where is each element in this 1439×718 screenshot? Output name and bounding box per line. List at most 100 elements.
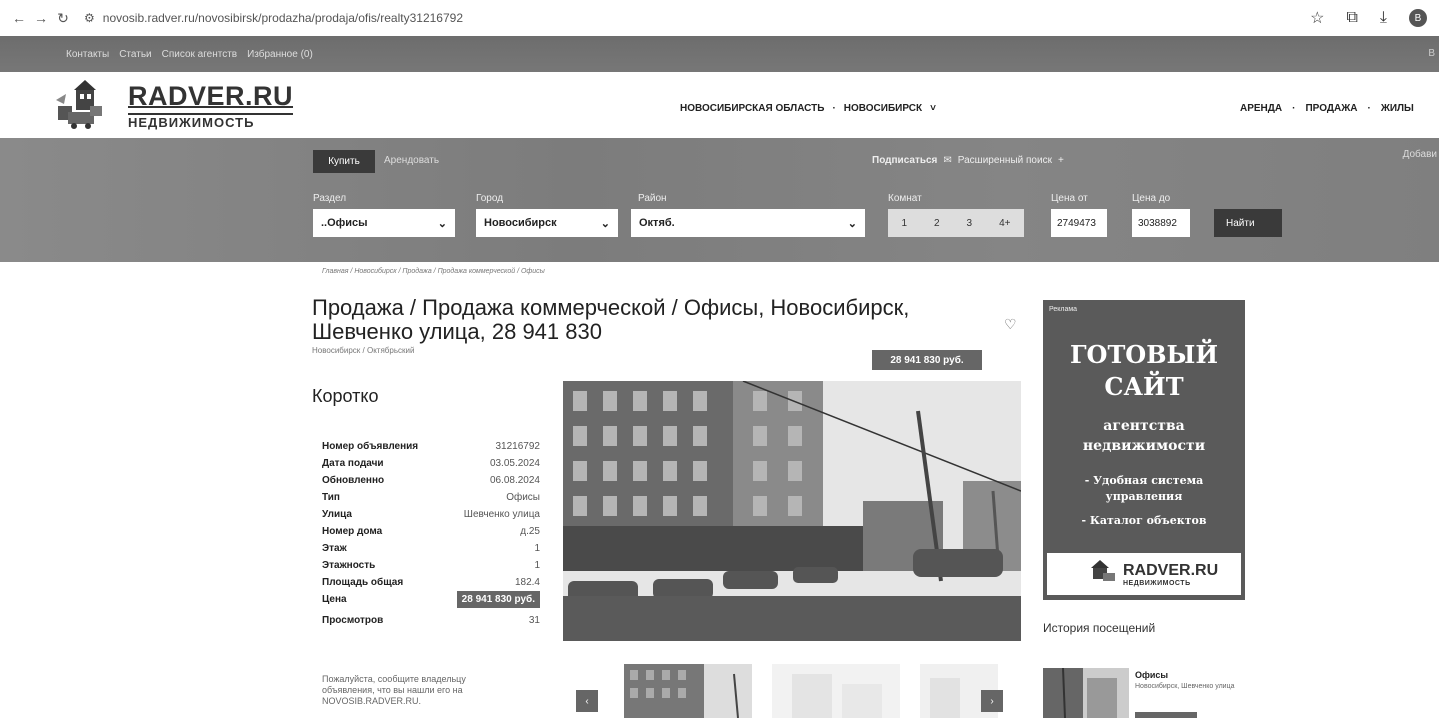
district-value: Октяб.	[639, 217, 675, 229]
listing-location: Новосибирск / Октябрьский	[312, 346, 415, 355]
region-dropdown-icon: ˅	[930, 103, 936, 114]
logo-title: RADVER.RU	[128, 80, 294, 111]
topbar-link-contacts[interactable]: Контакты	[66, 49, 109, 60]
topbar-link-favorites[interactable]: Избранное (0)	[247, 49, 313, 60]
property-value: 31216792	[495, 441, 541, 452]
property-row: Цена 28 941 830 руб.	[322, 591, 540, 608]
advanced-search-link[interactable]: Расширенный поиск	[958, 155, 1052, 166]
url-text[interactable]: novosib.radver.ru/novosibirsk/prodazha/p…	[103, 11, 463, 25]
property-row: Улица Шевченко улица	[322, 506, 540, 523]
main-photo[interactable]	[563, 381, 1021, 641]
region-city[interactable]: НОВОСИБИРСК	[844, 103, 922, 114]
history-thumbnail[interactable]	[1043, 668, 1129, 718]
nav-sale[interactable]: ПРОДАЖА	[1305, 103, 1357, 114]
district-select[interactable]: Октяб. ⌄	[631, 209, 865, 237]
ad-line: ГОТОВЫЙ	[1069, 340, 1219, 369]
tab-buy[interactable]: Купить	[313, 150, 375, 173]
topbar-link-agencies[interactable]: Список агентств	[162, 49, 237, 60]
room-option-4plus[interactable]: 4+	[999, 218, 1010, 229]
main-nav: АРЕНДА · ПРОДАЖА · ЖИЛЫ	[1240, 103, 1414, 114]
ad-logo-title: RADVER.RU	[1123, 561, 1219, 579]
section-select[interactable]: ..Офисы ⌄	[313, 209, 455, 237]
property-key: Цена	[322, 594, 347, 605]
topbar-edge-text: В	[1428, 48, 1435, 59]
property-value: Офисы	[506, 492, 540, 503]
top-links-bar: Контакты Статьи Список агентств Избранно…	[0, 36, 1439, 72]
city-select[interactable]: Новосибирск ⌄	[476, 209, 618, 237]
subscribe-link[interactable]: Подписаться	[872, 155, 937, 166]
price-to-input[interactable]: 3038892	[1132, 209, 1190, 237]
extensions-icon[interactable]: ⧉	[1346, 9, 1357, 27]
chevron-down-icon: ⌄	[437, 217, 447, 230]
ad-banner[interactable]: Реклама ГОТОВЫЙ САЙТ агентства недвижимо…	[1043, 300, 1245, 600]
property-key: Дата подачи	[322, 458, 384, 469]
chevron-down-icon: ⌄	[847, 217, 857, 230]
ad-line: недвижимости	[1082, 438, 1206, 454]
property-value: 31	[528, 615, 540, 626]
logo-house-icon	[1087, 559, 1117, 590]
thumbnail[interactable]	[772, 664, 900, 718]
property-key: Улица	[322, 509, 352, 520]
property-row: Этаж 1	[322, 540, 540, 557]
back-icon[interactable]: ←	[8, 10, 30, 26]
site-header: RADVER.RU НЕДВИЖИМОСТЬ НОВОСИБИРСКАЯ ОБЛ…	[0, 72, 1439, 138]
price-from-label: Цена от	[1051, 193, 1088, 204]
history-item-button[interactable]	[1135, 712, 1197, 718]
ad-line: САЙТ	[1104, 372, 1184, 401]
region-oblast[interactable]: НОВОСИБИРСКАЯ ОБЛАСТЬ	[680, 103, 824, 114]
nav-living[interactable]: ЖИЛЫ	[1381, 103, 1414, 114]
region-separator-icon: ·	[832, 103, 836, 114]
topbar-link-articles[interactable]: Статьи	[119, 49, 151, 60]
history-item-title[interactable]: Офисы	[1135, 670, 1168, 680]
bookmark-star-icon[interactable]: ☆	[1310, 8, 1324, 28]
room-option-2[interactable]: 2	[934, 218, 940, 229]
property-key: Номер дома	[322, 526, 383, 537]
profile-avatar[interactable]: В	[1409, 9, 1427, 27]
property-value: Шевченко улица	[463, 509, 540, 520]
download-icon[interactable]: ⤓	[1380, 9, 1387, 27]
plus-icon[interactable]: +	[1058, 155, 1064, 166]
region-selector: НОВОСИБИРСКАЯ ОБЛАСТЬ · НОВОСИБИРСК ˅	[680, 103, 936, 114]
prev-photo-icon[interactable]: ‹	[576, 690, 598, 712]
room-option-3[interactable]: 3	[967, 218, 973, 229]
room-option-1[interactable]: 1	[901, 218, 907, 229]
nav-separator-icon: ·	[1292, 103, 1296, 114]
ad-line: - Каталог объектов	[1081, 514, 1207, 527]
reload-icon[interactable]: ↻	[52, 10, 74, 27]
section-label: Раздел	[313, 193, 347, 204]
logo-subtitle: НЕДВИЖИМОСТЬ	[128, 112, 294, 130]
city-value: Новосибирск	[484, 217, 557, 229]
breadcrumb[interactable]: Главная / Новосибирск / Продажа / Продаж…	[322, 268, 545, 275]
rooms-selector: 1 2 3 4+	[888, 209, 1024, 237]
property-row: Номер объявления 31216792	[322, 438, 540, 455]
ad-line: агентства	[1103, 418, 1185, 434]
property-row: Дата подачи 03.05.2024	[322, 455, 540, 472]
favorite-heart-icon[interactable]: ♡	[1004, 316, 1017, 333]
address-bar[interactable]: ⚙ novosib.radver.ru/novosibirsk/prodazha…	[84, 11, 463, 25]
site-info-icon[interactable]: ⚙	[84, 11, 95, 25]
property-value: д.25	[520, 526, 540, 537]
thumbnail[interactable]	[624, 664, 752, 718]
owner-note: Пожалуйста, сообщите владельцу объявлени…	[322, 674, 466, 706]
forward-icon[interactable]: →	[30, 10, 52, 26]
ad-line: - Удобная система	[1084, 474, 1204, 487]
tab-rent[interactable]: Арендовать	[384, 155, 439, 166]
price-from-input[interactable]: 2749473	[1051, 209, 1107, 237]
ad-line: управления	[1105, 490, 1183, 503]
history-item-subtitle: Новосибирск, Шевченко улица	[1135, 683, 1235, 690]
property-key: Этажность	[322, 560, 376, 571]
next-photo-icon[interactable]: ›	[981, 690, 1003, 712]
property-value: 06.08.2024	[489, 475, 540, 486]
logo-house-icon	[54, 80, 118, 130]
nav-rent[interactable]: АРЕНДА	[1240, 103, 1282, 114]
browser-toolbar: ← → ↻ ⚙ novosib.radver.ru/novosibirsk/pr…	[0, 0, 1439, 36]
site-logo[interactable]: RADVER.RU НЕДВИЖИМОСТЬ	[54, 80, 294, 130]
find-button[interactable]: Найти	[1214, 209, 1282, 237]
property-row: Площадь общая 182.4	[322, 574, 540, 591]
property-key: Обновленно	[322, 475, 385, 486]
property-key: Номер объявления	[322, 441, 419, 452]
add-listing-link[interactable]: Добави	[1403, 149, 1437, 160]
history-heading: История посещений	[1043, 621, 1156, 635]
property-key: Этаж	[322, 543, 347, 554]
property-value: 182.4	[514, 577, 540, 588]
